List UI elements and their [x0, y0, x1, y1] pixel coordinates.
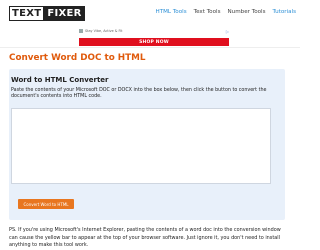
convert-button[interactable]: Convert Word to HTML	[18, 199, 74, 209]
nav-html-tools[interactable]: HTML Tools	[155, 9, 186, 15]
ad-shop-now-button[interactable]: SHOP NOW	[79, 38, 229, 46]
ad-badge-icon	[79, 29, 83, 33]
top-nav: HTML Tools Text Tools Number Tools Tutor…	[150, 9, 300, 15]
logo-text-part: TEXT	[9, 6, 45, 21]
ad-text: Stay Vibe, Active & Fit	[85, 29, 123, 33]
site-logo[interactable]: TEXT FIXER	[9, 6, 85, 21]
logo-fixer-part: FIXER	[44, 6, 85, 21]
word-paste-textarea[interactable]	[11, 108, 271, 184]
panel-title: Word to HTML Converter	[11, 76, 109, 84]
nav-text-tools[interactable]: Text Tools	[194, 9, 221, 15]
ps-note: PS. If you're using Microsoft's Internet…	[9, 227, 281, 248]
header-divider	[0, 47, 300, 48]
page-title: Convert Word DOC to HTML	[9, 53, 146, 63]
ad-text-row[interactable]: Stay Vibe, Active & Fit ▷	[79, 29, 229, 34]
nav-tutorials[interactable]: Tutorials	[273, 9, 296, 15]
panel-description: Paste the contents of your Microsoft DOC…	[11, 88, 267, 100]
ad-close-icon[interactable]: ▷	[226, 29, 229, 34]
nav-number-tools[interactable]: Number Tools	[227, 9, 265, 15]
